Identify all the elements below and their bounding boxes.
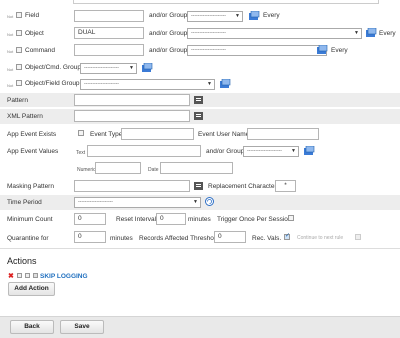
quarantine-input[interactable]: 0 bbox=[74, 231, 106, 243]
edit-action-icon[interactable] bbox=[33, 273, 38, 278]
object-cmd-group-select[interactable]: --------------------- ▼ bbox=[80, 63, 137, 74]
refresh-icon[interactable] bbox=[205, 197, 214, 206]
group-edit-icon[interactable] bbox=[248, 11, 260, 21]
minimum-count-label: Minimum Count bbox=[7, 216, 53, 223]
app-event-numeric-input[interactable] bbox=[95, 162, 141, 174]
date-sub-label: Date bbox=[148, 167, 159, 173]
command-or-group-label: and/or Group bbox=[149, 47, 188, 54]
records-affected-input[interactable]: 0 bbox=[214, 231, 246, 243]
app-event-or-group-label: and/or Group bbox=[206, 148, 245, 155]
xml-pattern-input[interactable] bbox=[74, 110, 190, 122]
group-edit-icon[interactable] bbox=[219, 79, 231, 89]
object-or-group-label: and/or Group bbox=[149, 30, 188, 37]
divider bbox=[0, 248, 400, 249]
object-input[interactable]: DUAL bbox=[74, 27, 144, 39]
event-user-name-label: Event User Name bbox=[198, 131, 250, 138]
app-event-exists-checkbox[interactable] bbox=[78, 130, 84, 136]
not-object-field-group-checkbox[interactable] bbox=[16, 80, 22, 86]
move-up-icon[interactable] bbox=[17, 273, 22, 278]
object-field-group-select[interactable]: --------------------- ▼ bbox=[80, 79, 215, 90]
reset-minutes-label: minutes bbox=[188, 216, 211, 223]
field-label: Field bbox=[25, 12, 40, 19]
group-edit-icon[interactable] bbox=[141, 63, 153, 73]
time-period-select[interactable]: --------------------- ▼ bbox=[74, 197, 201, 208]
not-label-field: Not bbox=[7, 14, 14, 19]
quarantine-label: Quarantine for bbox=[7, 235, 49, 242]
masking-edit-icon[interactable] bbox=[194, 182, 203, 190]
actions-heading: Actions bbox=[7, 256, 37, 266]
object-field-group-label: Object/Field Group bbox=[25, 80, 80, 87]
numeric-sub-label: Numeric bbox=[77, 167, 96, 173]
replacement-character-label: Replacement Character bbox=[208, 183, 277, 190]
not-field-checkbox[interactable] bbox=[16, 12, 22, 18]
reset-interval-input[interactable]: 0 bbox=[156, 213, 186, 225]
field-every-label: Every bbox=[263, 12, 280, 19]
app-event-text-input[interactable] bbox=[87, 145, 201, 157]
app-event-exists-label: App Event Exists bbox=[7, 131, 57, 138]
object-group-select[interactable]: --------------------- ▼ bbox=[187, 28, 362, 39]
app-event-values-label: App Event Values bbox=[7, 148, 59, 155]
not-label-object-cmd-group: Not bbox=[7, 67, 14, 72]
not-command-checkbox[interactable] bbox=[16, 47, 22, 53]
reset-interval-label: Reset Interval bbox=[116, 216, 157, 223]
continue-next-rule-label: Continue to next rule bbox=[297, 235, 344, 241]
move-down-icon[interactable] bbox=[25, 273, 30, 278]
back-button[interactable]: Back bbox=[10, 320, 54, 334]
time-period-label: Time Period bbox=[7, 199, 42, 206]
app-event-date-input[interactable] bbox=[160, 162, 233, 174]
rec-vals-label: Rec. Vals. bbox=[252, 235, 282, 242]
event-user-name-input[interactable] bbox=[247, 128, 319, 140]
not-object-checkbox[interactable] bbox=[16, 30, 22, 36]
app-event-group-select[interactable]: --------------------- ▼ bbox=[243, 146, 299, 157]
delete-action-icon[interactable]: ✖ bbox=[8, 272, 14, 280]
trigger-once-checkbox[interactable] bbox=[288, 215, 294, 221]
command-input[interactable] bbox=[74, 44, 144, 56]
command-every-label: Every bbox=[331, 47, 348, 54]
command-label: Command bbox=[25, 47, 55, 54]
add-action-button[interactable]: Add Action bbox=[8, 282, 55, 296]
action-item-skip-logging[interactable]: SKIP LOGGING bbox=[40, 273, 88, 280]
masking-pattern-input[interactable] bbox=[74, 180, 190, 192]
records-affected-label: Records Affected Threshold bbox=[139, 235, 219, 242]
not-label-object: Not bbox=[7, 32, 14, 37]
group-edit-icon[interactable] bbox=[303, 146, 315, 156]
command-group-select[interactable]: ---------------------▼ bbox=[187, 45, 327, 56]
trigger-once-label: Trigger Once Per Session bbox=[217, 216, 292, 223]
xml-pattern-edit-icon[interactable] bbox=[194, 112, 203, 120]
pattern-input[interactable] bbox=[74, 94, 190, 106]
quarantine-minutes-label: minutes bbox=[110, 235, 133, 242]
event-type-label: Event Type bbox=[90, 131, 123, 138]
not-object-cmd-group-checkbox[interactable] bbox=[16, 64, 22, 70]
save-button[interactable]: Save bbox=[60, 320, 104, 334]
replacement-character-input[interactable]: * bbox=[275, 180, 296, 192]
rec-vals-checkbox[interactable] bbox=[284, 232, 290, 240]
object-every-label: Every bbox=[379, 30, 396, 37]
group-edit-icon[interactable] bbox=[365, 28, 377, 38]
pattern-edit-icon[interactable] bbox=[194, 96, 203, 104]
minimum-count-input[interactable]: 0 bbox=[74, 213, 106, 225]
field-group-select[interactable]: --------------------- ▼ bbox=[187, 11, 243, 22]
field-input[interactable] bbox=[74, 10, 144, 22]
masking-pattern-label: Masking Pattern bbox=[7, 183, 54, 190]
continue-next-rule-checkbox[interactable] bbox=[355, 234, 361, 240]
not-label-command: Not bbox=[7, 49, 14, 54]
top-partial-bar bbox=[73, 0, 379, 4]
event-type-input[interactable] bbox=[121, 128, 194, 140]
pattern-label: Pattern bbox=[7, 97, 28, 104]
object-cmd-group-label: Object/Cmd. Group bbox=[25, 64, 81, 71]
xml-pattern-label: XML Pattern bbox=[7, 113, 43, 120]
not-label-object-field-group: Not bbox=[7, 83, 14, 88]
field-or-group-label: and/or Group bbox=[149, 12, 188, 19]
object-label: Object bbox=[25, 30, 44, 37]
text-sub-label: Text bbox=[76, 150, 86, 156]
group-edit-icon[interactable] bbox=[316, 45, 328, 55]
